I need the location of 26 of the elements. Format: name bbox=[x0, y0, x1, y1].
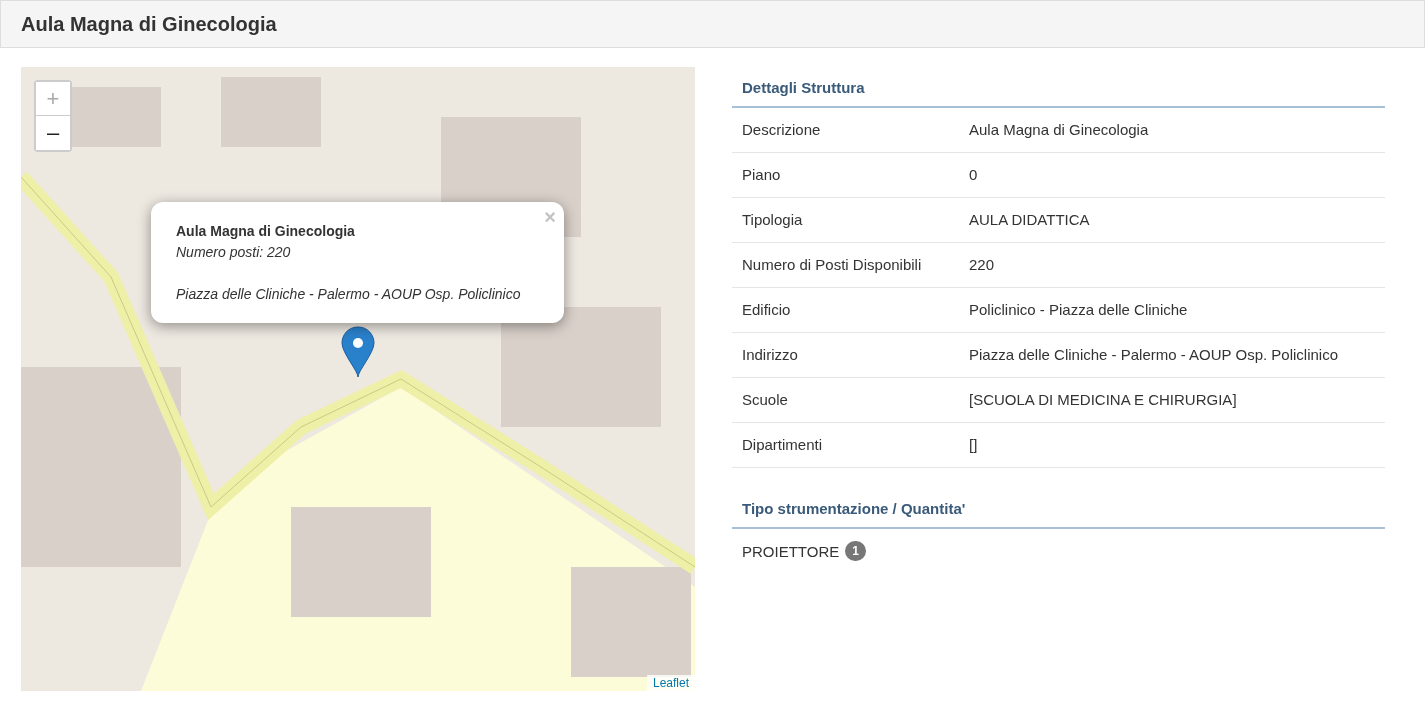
field-value: Policlinico - Piazza delle Cliniche bbox=[969, 300, 1189, 320]
field-value: 220 bbox=[969, 255, 996, 275]
field-value: Aula Magna di Ginecologia bbox=[969, 120, 1150, 140]
field-value: Piazza delle Cliniche - Palermo - AOUP Osp. Policlinico bbox=[969, 345, 1340, 365]
field-label: Tipologia bbox=[742, 210, 804, 230]
section-title: Tipo strumentazione / Quantita' bbox=[732, 488, 1385, 529]
field-label: Dipartimenti bbox=[742, 435, 824, 455]
field-value: 0 bbox=[969, 165, 979, 185]
map-view[interactable]: + – × Aula Magna di Ginecologia Numero posti: 220 Piazza delle Cliniche - Palermo - AOUP Osp. Policlinico Leaflet bbox=[21, 67, 695, 691]
field-label: Piano bbox=[742, 165, 782, 185]
field-label: Descrizione bbox=[742, 120, 822, 140]
section-title: Dettagli Struttura bbox=[732, 67, 1385, 108]
attribution-link[interactable]: Leaflet bbox=[646, 675, 695, 691]
page-title: Aula Magna di Ginecologia bbox=[21, 12, 277, 36]
quantity-badge: 1 bbox=[845, 541, 866, 561]
field-value: [SCUOLA DI MEDICINA E CHIRURGIA] bbox=[969, 390, 1238, 410]
popup-address: Piazza delle Cliniche - Palermo - AOUP Osp. Policlinico bbox=[176, 285, 522, 304]
popup-title: Aula Magna di Ginecologia bbox=[176, 222, 356, 241]
field-label: Numero di Posti Disponibili bbox=[742, 255, 923, 275]
field-label: Scuole bbox=[742, 390, 789, 410]
field-value: [] bbox=[969, 435, 979, 455]
field-value: AULA DIDATTICA bbox=[969, 210, 1091, 230]
field-label: Edificio bbox=[742, 300, 792, 320]
equipment-name: PROIETTORE bbox=[742, 542, 840, 560]
field-label: Indirizzo bbox=[742, 345, 799, 365]
popup-seats: Numero posti: 220 bbox=[176, 242, 544, 263]
